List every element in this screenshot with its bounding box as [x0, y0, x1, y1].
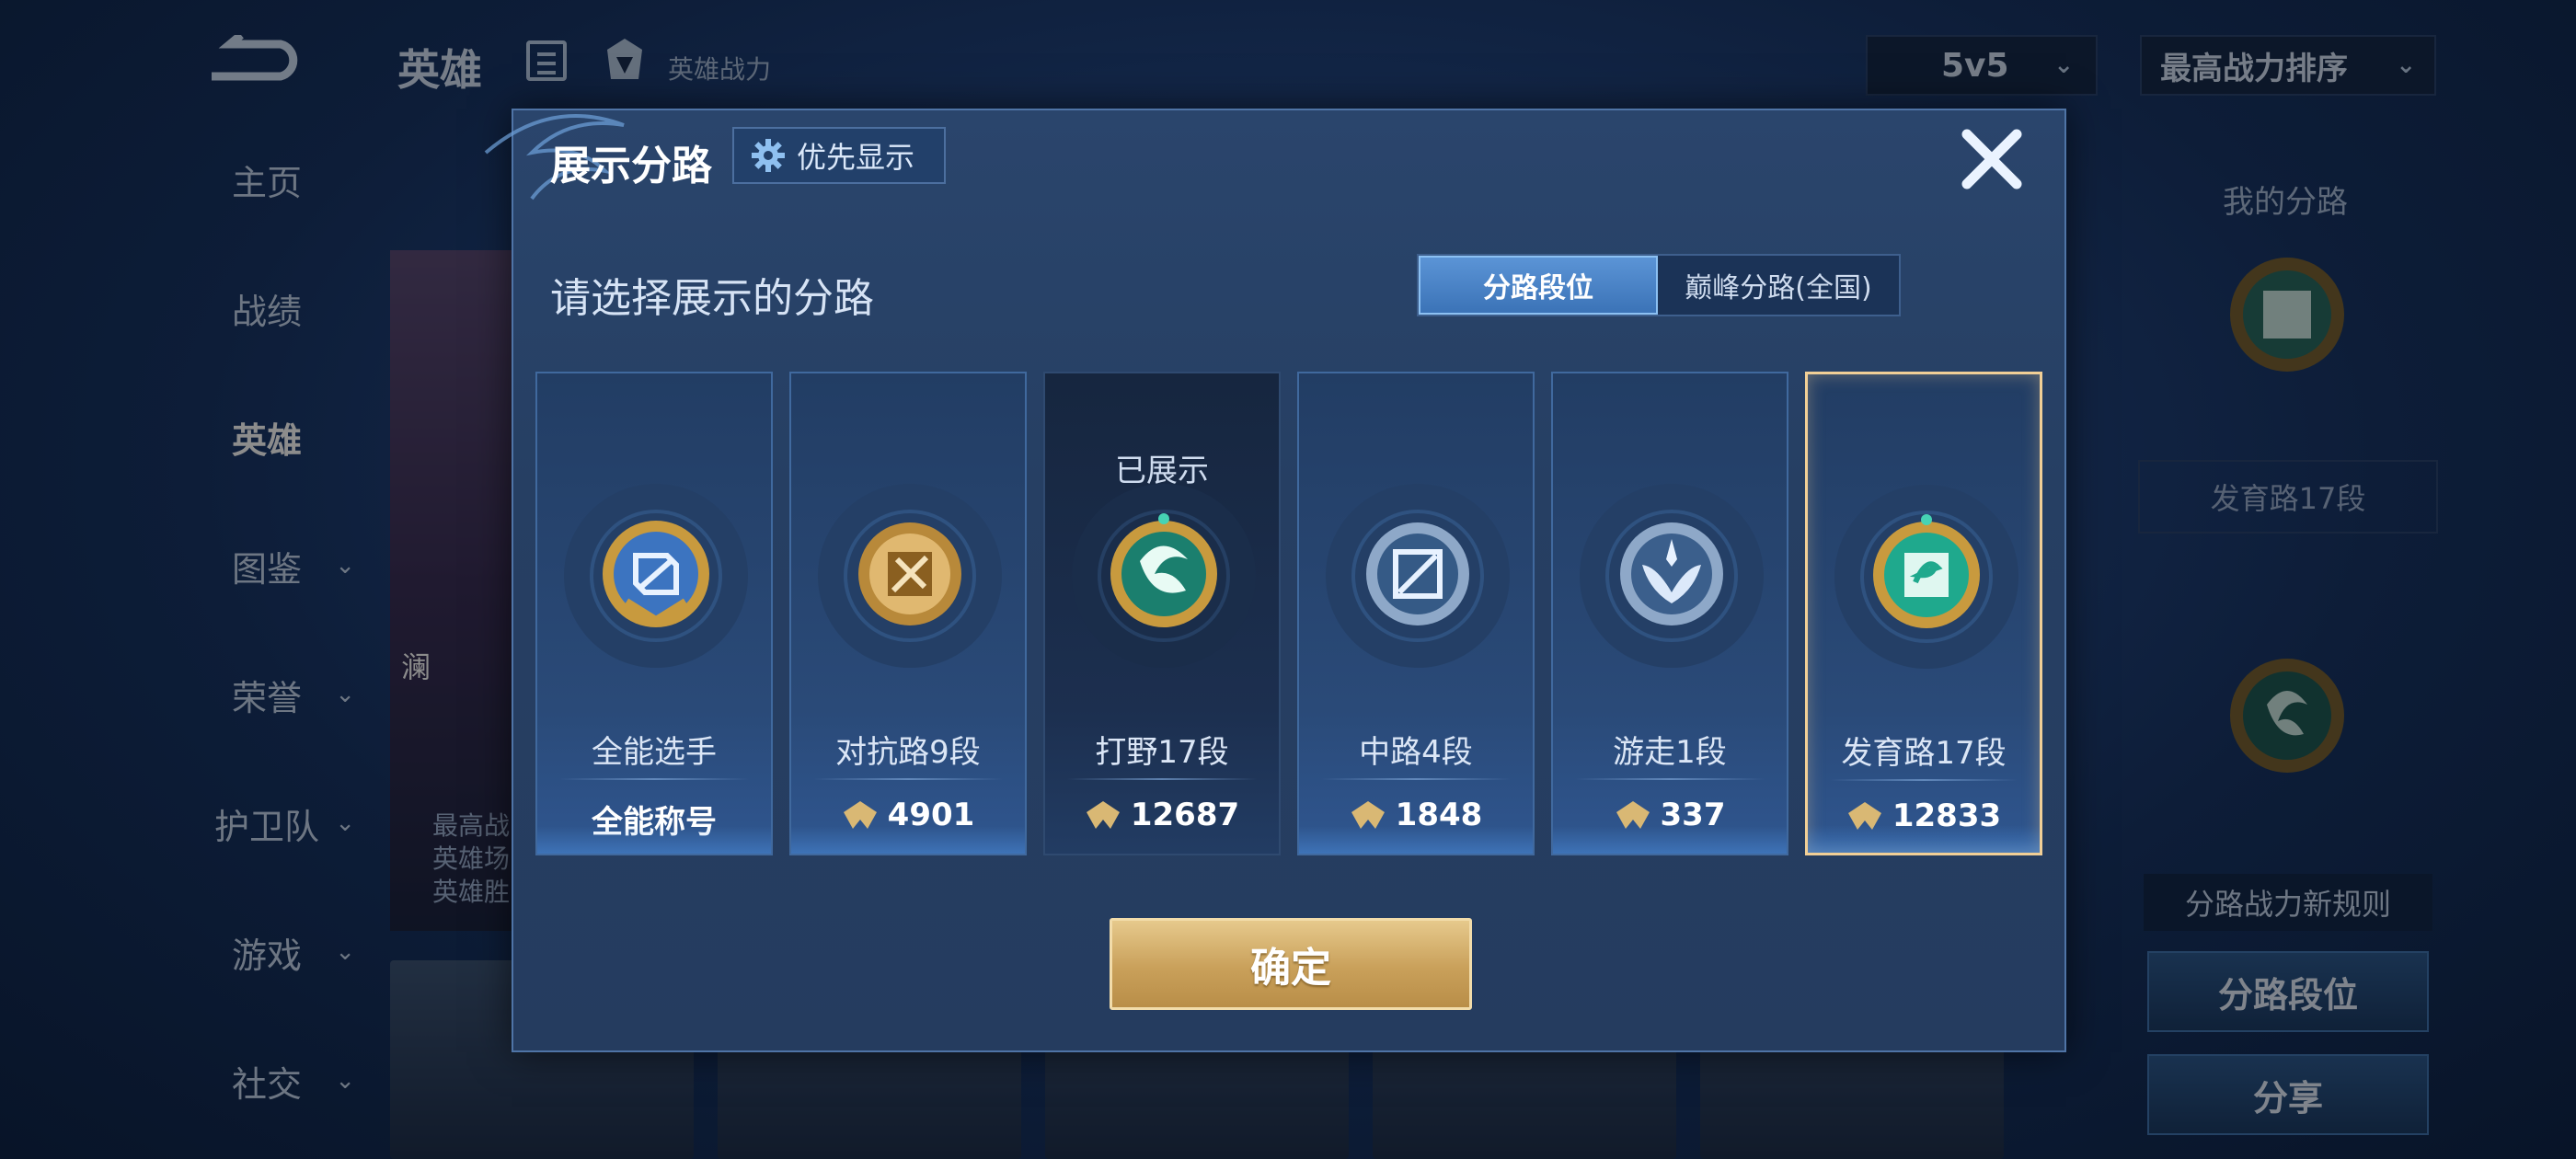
- lane-tabs: 分路段位 巅峰分路(全国): [1417, 254, 1901, 316]
- lane-card-score: 12687: [1045, 797, 1279, 833]
- sidebar-item-label: 护卫队: [213, 806, 319, 847]
- tab-lane-rank[interactable]: 分路段位: [1419, 256, 1658, 315]
- chevron-down-icon: ⌄: [335, 938, 355, 966]
- clash-lane-emblem-icon: [818, 484, 1002, 668]
- roam-emblem-icon: [1580, 484, 1764, 668]
- chevron-down-icon: ⌄: [2396, 52, 2416, 79]
- sort-select-value: 最高战力排序: [2160, 50, 2348, 87]
- list-icon[interactable]: [526, 40, 567, 81]
- lane-card-divider: [559, 778, 749, 780]
- hero-power-label[interactable]: 英雄战力: [668, 50, 771, 86]
- dialog-subtitle: 请选择展示的分路: [550, 275, 874, 322]
- lane-card-glow: [1553, 826, 1787, 854]
- back-icon[interactable]: [193, 31, 299, 86]
- my-lane-rank: 发育路17段: [2138, 460, 2438, 534]
- my-lane-title: 我的分路: [2223, 184, 2348, 221]
- hero-card-stats: 最高战 英雄场 英雄胜: [432, 809, 510, 909]
- mode-select-value: 5v5: [1941, 46, 2009, 85]
- priority-display-label: 优先显示: [797, 140, 915, 175]
- tab-peak-lane[interactable]: 巅峰分路(全国): [1658, 256, 1899, 315]
- lane-card-jungle[interactable]: 已展示 打野17段 12687: [1043, 372, 1281, 855]
- hero-card-name: 澜: [401, 649, 431, 684]
- jungle-emblem-icon: [1072, 484, 1256, 668]
- chevron-down-icon: ⌄: [335, 809, 355, 837]
- power-icon: [1086, 801, 1120, 829]
- sidebar-item-codex[interactable]: 图鉴 ⌄: [166, 534, 368, 598]
- sidebar-item-home[interactable]: 主页: [166, 147, 368, 212]
- lane-card-value: 12687: [1130, 797, 1240, 833]
- lane-card-glow: [791, 826, 1025, 854]
- sidebar-item-label: 游戏: [231, 935, 302, 976]
- chevron-down-icon: ⌄: [335, 681, 355, 708]
- jungle-emblem-icon: [2230, 659, 2344, 773]
- priority-display-button[interactable]: 优先显示: [732, 127, 946, 184]
- lane-card-divider: [813, 778, 1003, 780]
- sidebar-item-record[interactable]: 战绩: [166, 276, 368, 340]
- lane-power-rule-link[interactable]: 分路战力新规则: [2144, 874, 2432, 931]
- mode-select[interactable]: 5v5 ⌄: [1866, 35, 2098, 96]
- lane-card-list: 全能选手 全能称号 对抗路9段 4901 已展示 打野17段 12687 中路4…: [535, 372, 2044, 855]
- farm-lane-emblem-icon: [2230, 258, 2344, 372]
- confirm-button[interactable]: 确定: [1110, 918, 1472, 1010]
- chevron-down-icon: ⌄: [335, 552, 355, 580]
- lane-card-name: 打野17段: [1095, 734, 1229, 771]
- lane-card-name: 发育路17段: [1841, 735, 2007, 772]
- hero-card-stat: 英雄场: [432, 843, 511, 874]
- sort-select[interactable]: 最高战力排序 ⌄: [2140, 35, 2436, 96]
- lane-rank-button[interactable]: 分路段位: [2147, 951, 2429, 1032]
- sidebar-item-social[interactable]: 社交 ⌄: [166, 1049, 368, 1113]
- sidebar-item-honor[interactable]: 荣誉 ⌄: [166, 662, 368, 727]
- lane-card-name: 全能选手: [592, 734, 717, 771]
- sidebar-item-label: 英雄: [231, 419, 302, 461]
- dialog-header: 展示分路 优先显示: [513, 110, 2064, 212]
- chevron-down-icon: ⌄: [335, 1067, 355, 1095]
- page-title: 英雄: [397, 45, 482, 95]
- sidebar-item-hero[interactable]: 英雄: [166, 405, 368, 469]
- lane-card-name: 游走1段: [1613, 734, 1727, 771]
- lane-card-allround[interactable]: 全能选手 全能称号: [535, 372, 773, 855]
- lane-card-mid[interactable]: 中路4段 1848: [1297, 372, 1535, 855]
- sidebar-item-label: 战绩: [231, 291, 302, 332]
- farm-lane-emblem-icon: [1834, 485, 2018, 669]
- chevron-down-icon: ⌄: [2053, 52, 2074, 79]
- lane-card-roam[interactable]: 游走1段 337: [1551, 372, 1788, 855]
- sidebar-item-label: 主页: [231, 162, 302, 203]
- hero-power-icon[interactable]: [604, 37, 646, 83]
- dialog-title: 展示分路: [550, 143, 712, 189]
- sidebar-item-label: 荣誉: [231, 677, 302, 718]
- lane-card-glow: [1808, 825, 2040, 853]
- lane-display-dialog: 展示分路 优先显示 请选择展示的分路 分路段位 巅峰分路(全国) 全能选手 全能…: [484, 109, 2066, 1052]
- sidebar-item-guard[interactable]: 护卫队 ⌄: [166, 791, 368, 855]
- sidebar-item-label: 社交: [231, 1063, 302, 1105]
- lane-card-farm[interactable]: 发育路17段 12833: [1805, 372, 2042, 855]
- sidebar-item-game[interactable]: 游戏 ⌄: [166, 920, 368, 984]
- sidebar-item-label: 图鉴: [231, 548, 302, 590]
- lane-card-divider: [1067, 778, 1257, 780]
- lane-card-glow: [537, 826, 771, 854]
- lane-card-clash[interactable]: 对抗路9段 4901: [789, 372, 1027, 855]
- share-button[interactable]: 分享: [2147, 1054, 2429, 1135]
- lane-card-name: 中路4段: [1359, 734, 1473, 771]
- lane-card-name: 对抗路9段: [835, 734, 981, 771]
- mid-lane-emblem-icon: [1326, 484, 1510, 668]
- lane-card-divider: [1830, 779, 2018, 781]
- close-icon[interactable]: [1956, 123, 2028, 195]
- lane-card-divider: [1321, 778, 1511, 780]
- lane-card-glow: [1299, 826, 1533, 854]
- allround-emblem-icon: [564, 484, 748, 668]
- hero-card-stat: 英雄胜: [432, 877, 511, 907]
- hero-card-stat: 最高战: [432, 810, 511, 841]
- lane-card-divider: [1575, 778, 1765, 780]
- gear-icon: [752, 139, 785, 172]
